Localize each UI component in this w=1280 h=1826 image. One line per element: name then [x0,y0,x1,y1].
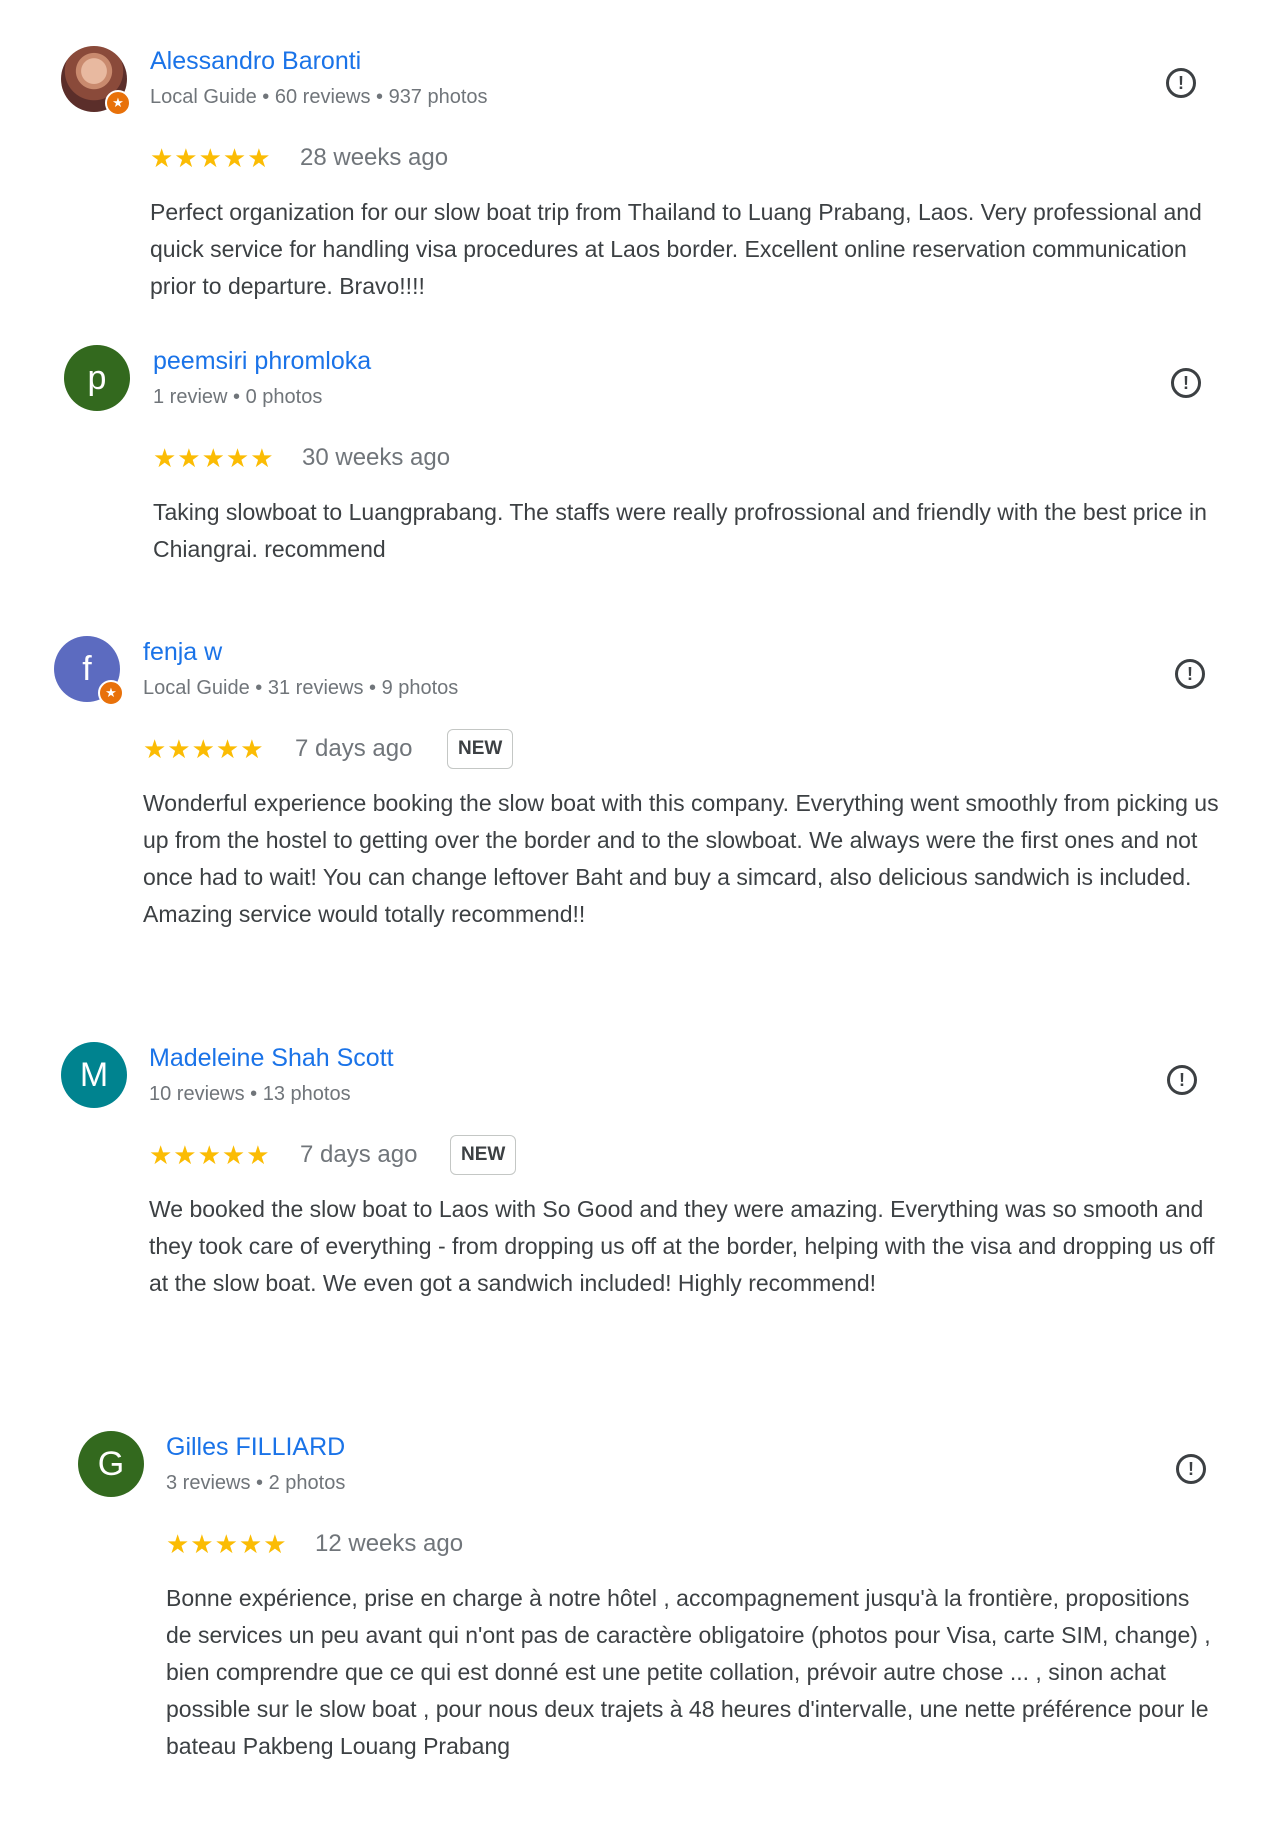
local-guide-badge-icon: ★ [98,680,124,706]
avatar[interactable]: ★ [61,46,131,116]
reviewer-meta: 1 review • 0 photos [153,386,323,408]
review-text: We booked the slow boat to Laos with So … [149,1196,1215,1296]
review-text: Perfect organization for our slow boat t… [150,199,1202,299]
reviewer-meta: 10 reviews • 13 photos [149,1083,351,1105]
avatar[interactable]: G [78,1431,144,1497]
review-date: 7 days ago [300,1141,418,1168]
report-flag-icon[interactable]: ! [1166,68,1196,98]
review-text: Bonne expérience, prise en charge à notr… [166,1585,1211,1759]
star-rating: ★★★★★ [150,143,272,173]
star-rating: ★★★★★ [153,443,275,473]
new-badge: NEW [447,729,514,769]
avatar[interactable]: p [64,345,130,411]
report-flag-icon[interactable]: ! [1171,368,1201,398]
avatar[interactable]: f ★ [54,636,124,706]
reviewer-meta: Local Guide • 31 reviews • 9 photos [143,677,459,699]
avatar[interactable]: M [61,1042,127,1108]
star-rating: ★★★★★ [143,734,265,764]
review-date: 30 weeks ago [302,444,451,471]
local-guide-badge-icon: ★ [105,90,131,116]
review-date: 12 weeks ago [315,1530,464,1557]
reviewer-name[interactable]: fenja w [143,638,222,667]
reviewer-name[interactable]: peemsiri phromloka [153,347,371,376]
reviewer-name[interactable]: Alessandro Baronti [150,47,361,76]
reviewer-name[interactable]: Gilles FILLIARD [166,1433,345,1462]
review-date: 28 weeks ago [300,144,449,171]
report-flag-icon[interactable]: ! [1167,1065,1197,1095]
reviewer-meta: Local Guide • 60 reviews • 937 photos [150,86,488,108]
new-badge: NEW [450,1135,517,1175]
reviewer-name[interactable]: Madeleine Shah Scott [149,1044,394,1073]
reviewer-meta: 3 reviews • 2 photos [166,1472,346,1494]
review-date: 7 days ago [295,735,413,762]
star-rating: ★★★★★ [166,1529,288,1559]
review-text: Wonderful experience booking the slow bo… [143,790,1219,927]
star-rating: ★★★★★ [149,1140,271,1170]
review-text: Taking slowboat to Luangprabang. The sta… [153,499,1207,562]
avatar-letter: f [82,650,92,688]
report-flag-icon[interactable]: ! [1176,1454,1206,1484]
report-flag-icon[interactable]: ! [1175,659,1205,689]
